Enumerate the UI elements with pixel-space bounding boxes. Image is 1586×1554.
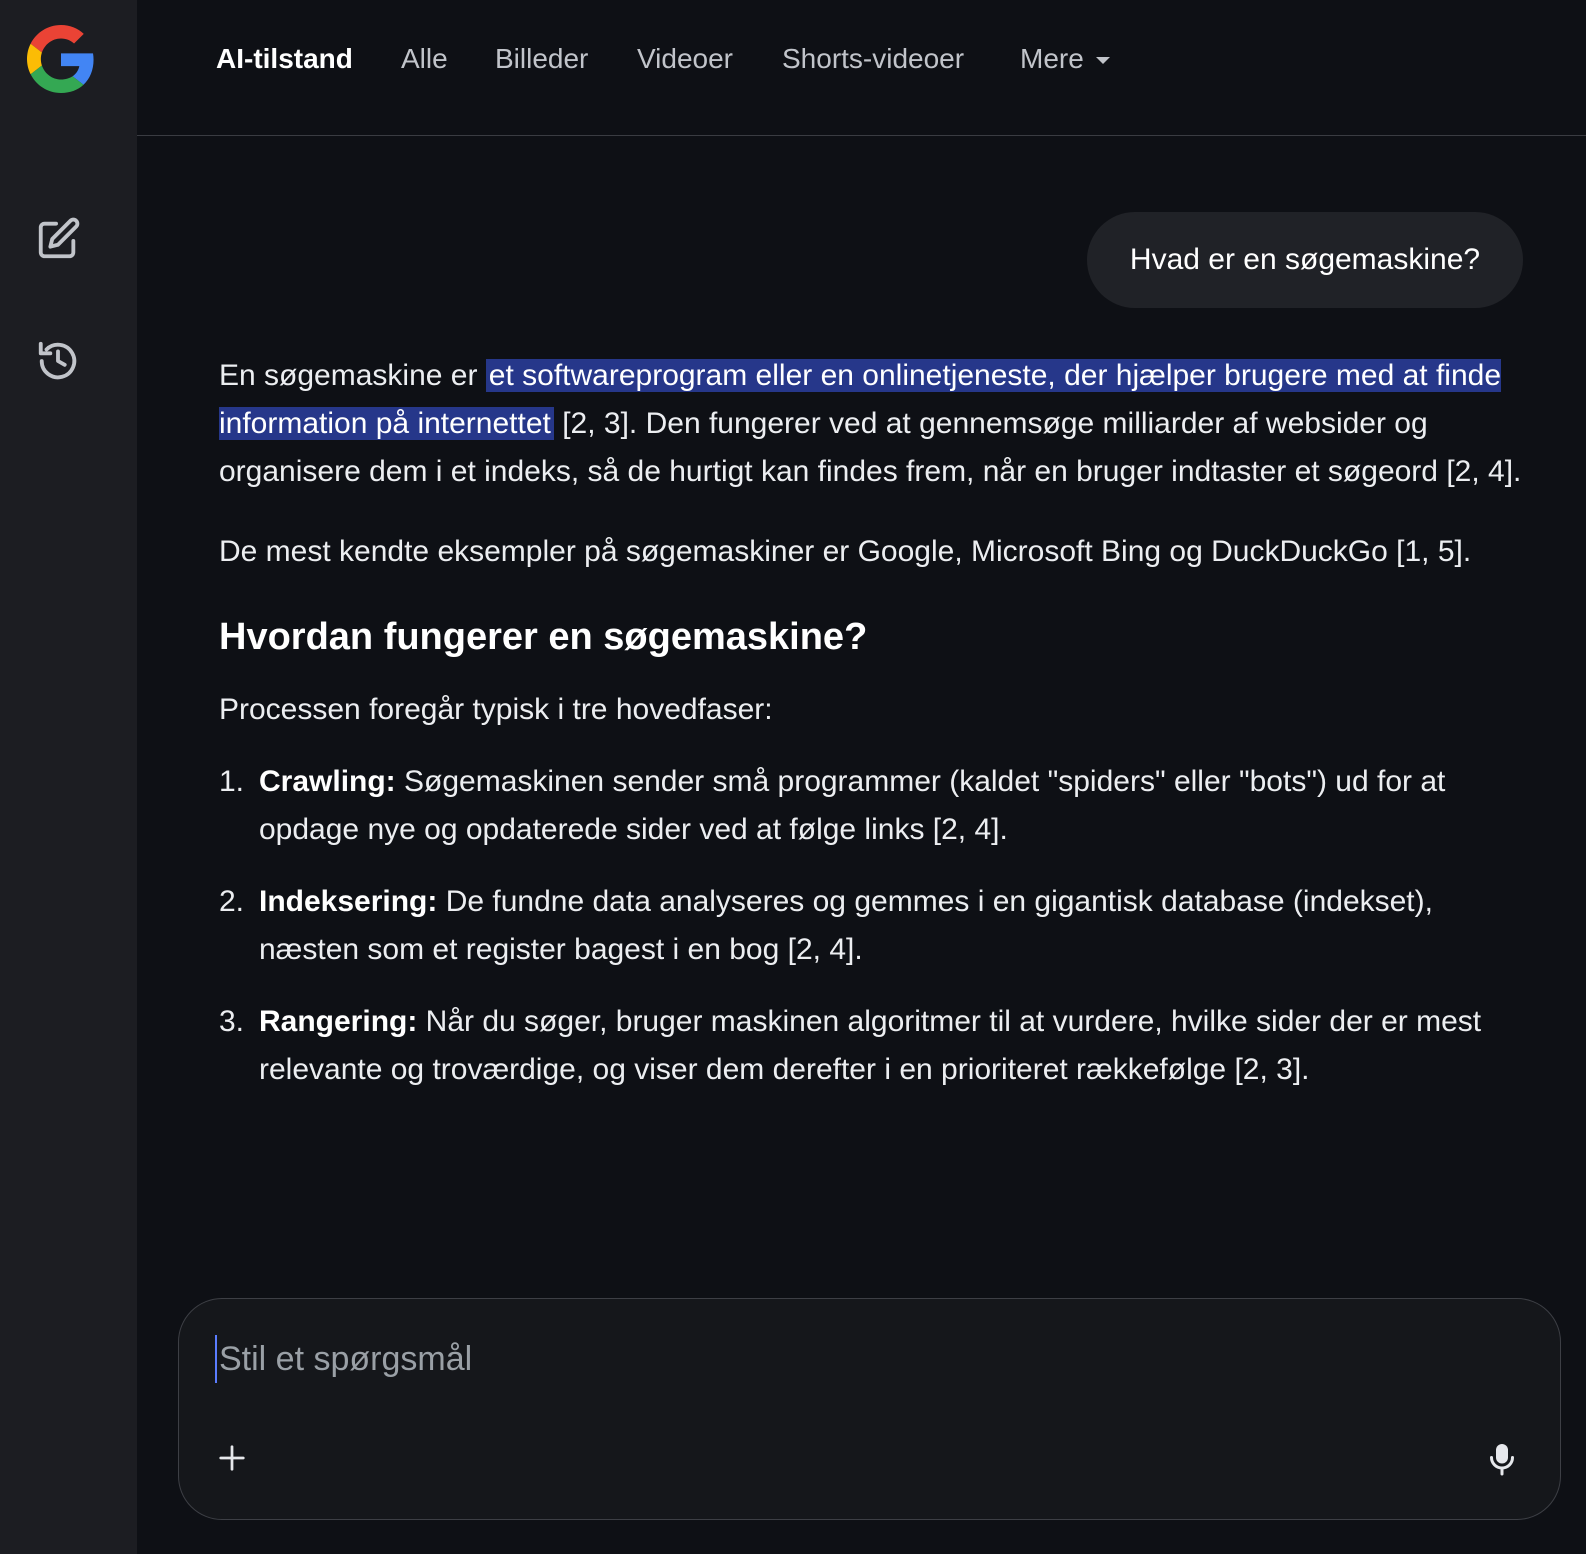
list-item-term: Rangering: — [259, 1005, 418, 1038]
tab-more[interactable]: Mere — [1020, 40, 1110, 78]
user-query-bubble: Hvad er en søgemaskine? — [1087, 212, 1523, 308]
tab-more-label: Mere — [1020, 43, 1084, 74]
google-g-logo-icon[interactable] — [27, 25, 95, 93]
list-item-number: 1. — [219, 765, 245, 798]
answer-heading: Hvordan fungerer en søgemaskine? — [219, 616, 868, 658]
answer-paragraph-2: De mest kendte eksempler på søgemaskiner… — [219, 535, 1472, 568]
list-item-term: Crawling: — [259, 765, 396, 798]
list-item-text: Når du søger, bruger maskinen algoritmer… — [259, 1005, 1482, 1086]
tab-ai-mode[interactable]: AI-tilstand — [216, 40, 353, 78]
list-item-number: 2. — [219, 885, 245, 918]
tab-images[interactable]: Billeder — [495, 40, 588, 78]
new-chat-button[interactable] — [32, 213, 84, 265]
answer-steps-list: 1. Crawling: Søgemaskinen sender små prog… — [219, 758, 1529, 1094]
list-item: 2. Indeksering: De fundne data analyseres… — [219, 878, 1529, 974]
top-navigation: AI-tilstand Alle Billeder Videoer Shorts… — [137, 0, 1586, 136]
question-input[interactable] — [215, 1335, 1465, 1383]
plus-icon — [219, 1445, 245, 1471]
list-item-term: Indeksering: — [259, 885, 438, 918]
list-item: 1. Crawling: Søgemaskinen sender små prog… — [219, 758, 1529, 854]
list-item-number: 3. — [219, 1005, 245, 1038]
tab-shorts[interactable]: Shorts-videoer — [782, 40, 964, 78]
add-button[interactable] — [211, 1437, 253, 1479]
composer — [178, 1298, 1561, 1520]
microphone-icon — [1490, 1444, 1514, 1476]
answer-paragraph-1: En søgemaskine er et softwareprogram ell… — [219, 352, 1529, 496]
list-item-text: Søgemaskinen sender små programmer (kald… — [259, 765, 1446, 846]
tab-all[interactable]: Alle — [401, 40, 448, 78]
history-button[interactable] — [32, 335, 84, 387]
history-icon — [38, 341, 77, 380]
tab-videos[interactable]: Videoer — [637, 40, 733, 78]
sidebar — [0, 0, 137, 1554]
answer-paragraph-3: Processen foregår typisk i tre hovedfase… — [219, 693, 773, 726]
answer-p1-start: En søgemaskine er — [219, 359, 486, 392]
edit-icon — [38, 217, 80, 259]
user-query-text: Hvad er en søgemaskine? — [1129, 243, 1481, 276]
caret-down-icon — [1095, 57, 1110, 64]
list-item: 3. Rangering: Når du søger, bruger maskin… — [219, 998, 1529, 1094]
ai-answer: En søgemaskine er et softwareprogram ell… — [219, 352, 1529, 1118]
microphone-button[interactable] — [1480, 1435, 1524, 1483]
